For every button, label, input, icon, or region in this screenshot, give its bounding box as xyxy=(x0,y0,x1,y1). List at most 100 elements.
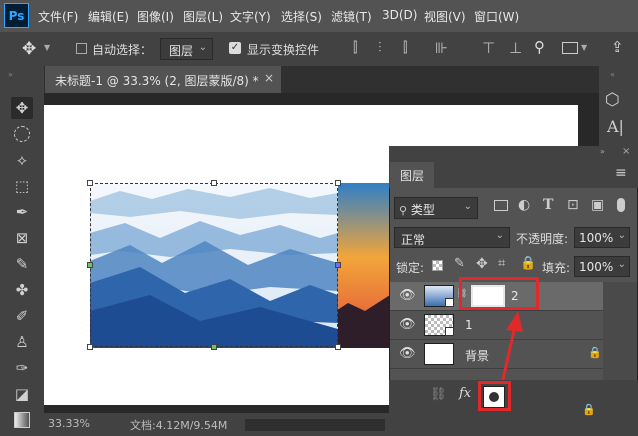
lock-pixels-icon[interactable]: ✎ xyxy=(454,256,465,271)
menu-edit[interactable]: 编辑(E) xyxy=(88,8,129,25)
3d-cube-icon[interactable]: ⬡ xyxy=(605,90,620,110)
align-middle-icon[interactable]: ⊥ xyxy=(509,39,522,57)
filter-adjustment-icon[interactable]: ◐ xyxy=(518,197,530,213)
chevron-down-icon[interactable]: ▼ xyxy=(44,43,50,52)
tab-layers[interactable]: 图层 xyxy=(390,162,434,188)
quick-select-tool-icon[interactable]: ⬚ xyxy=(11,175,33,197)
workspace-icon[interactable] xyxy=(562,42,578,54)
transform-handle[interactable] xyxy=(335,180,341,186)
document-info: 文档:4.12M/9.54M xyxy=(130,419,228,432)
highlight-box-mask xyxy=(459,277,539,310)
lock-icon: 🔒 xyxy=(588,346,602,359)
show-transform-label: 显示变换控件 xyxy=(247,43,320,57)
menu-window[interactable]: 窗口(W) xyxy=(474,8,519,25)
chevron-down-icon: ⌄ xyxy=(617,259,626,270)
menu-3d[interactable]: 3D(D) xyxy=(382,8,417,22)
opacity-input[interactable]: 100% ⌄ xyxy=(574,227,630,248)
transform-handle[interactable] xyxy=(211,180,217,186)
annotation-arrow xyxy=(500,311,523,385)
smart-object-icon xyxy=(445,327,454,336)
stamp-tool-icon[interactable]: ♙ xyxy=(11,331,33,353)
zoom-level[interactable]: 33.33% xyxy=(48,417,90,430)
gradient-tool-icon[interactable] xyxy=(11,409,33,431)
blend-mode-dropdown[interactable]: 正常 ⌄ xyxy=(394,227,510,248)
photoshop-logo[interactable]: Ps xyxy=(4,3,29,28)
link-layers-icon[interactable]: ⛓ xyxy=(430,387,447,402)
chevron-down-icon: ⌄ xyxy=(495,230,504,241)
collapse-icon[interactable]: » xyxy=(8,70,13,79)
fx-icon[interactable]: fx xyxy=(459,386,471,401)
marquee-tool-icon[interactable] xyxy=(11,123,33,145)
search-icon[interactable]: ⚲ xyxy=(534,38,545,56)
layer-list-scrollbar[interactable] xyxy=(603,282,637,382)
transform-handle[interactable] xyxy=(87,344,93,350)
selection-bounds xyxy=(90,183,338,347)
history-brush-tool-icon[interactable]: ✑ xyxy=(11,357,33,379)
filter-smart-object-icon[interactable]: ▣ xyxy=(591,197,604,213)
lock-artboard-icon[interactable]: ⌗ xyxy=(498,256,505,271)
share-icon[interactable]: ⇪ xyxy=(611,38,624,56)
move-tool-icon[interactable]: ✥ xyxy=(22,39,36,59)
align-right-icon[interactable]: ⫿ xyxy=(403,40,407,56)
frame-tool-icon[interactable]: ⊠ xyxy=(11,227,33,249)
menu-view[interactable]: 视图(V) xyxy=(424,8,466,25)
chevron-down-icon: ⌄ xyxy=(617,230,626,241)
menu-layer[interactable]: 图层(L) xyxy=(183,8,223,25)
move-tool-icon[interactable]: ✥ xyxy=(11,97,33,119)
filter-kind-value: 类型 xyxy=(410,203,435,217)
horizontal-scrollbar[interactable] xyxy=(245,419,385,431)
chevron-down-icon[interactable]: ▼ xyxy=(581,43,587,52)
crop-tool-icon[interactable]: ✒ xyxy=(11,201,33,223)
filter-pixel-icon[interactable] xyxy=(494,200,508,211)
document-tab[interactable]: 未标题-1 @ 33.3% (2, 图层蒙版/8) * × xyxy=(45,66,281,93)
eye-icon[interactable]: 👁 xyxy=(399,317,416,332)
fill-label: 填充: xyxy=(542,261,571,275)
filter-type-icon[interactable]: T xyxy=(543,197,553,213)
align-center-icon[interactable]: ⫶ xyxy=(378,40,382,56)
eye-icon[interactable]: 👁 xyxy=(399,346,416,361)
eyedropper-tool-icon[interactable]: ✎ xyxy=(11,253,33,275)
fill-value: 100% xyxy=(579,260,614,274)
auto-select-dropdown[interactable]: 图层 ⌄ xyxy=(160,38,213,60)
transform-handle[interactable] xyxy=(87,262,93,268)
show-transform-checkbox[interactable]: ✓ xyxy=(229,42,241,54)
transform-handle[interactable] xyxy=(335,344,341,350)
filter-toggle-icon[interactable] xyxy=(617,198,625,212)
transform-handle[interactable] xyxy=(87,180,93,186)
expand-icon[interactable]: « xyxy=(610,70,615,79)
opacity-value: 100% xyxy=(579,231,614,245)
lock-all-icon[interactable]: 🔒 xyxy=(520,256,536,271)
fill-input[interactable]: 100% ⌄ xyxy=(574,256,630,277)
lock-position-icon[interactable]: ✥ xyxy=(476,256,488,272)
menu-image[interactable]: 图像(I) xyxy=(137,8,174,25)
menu-select[interactable]: 选择(S) xyxy=(281,8,322,25)
tab-layers-label: 图层 xyxy=(399,168,424,183)
transform-handle[interactable] xyxy=(211,344,217,350)
menu-type[interactable]: 文字(Y) xyxy=(230,8,271,25)
filter-kind-dropdown[interactable]: ⚲ 类型 ⌄ xyxy=(394,197,478,219)
distribute-icon[interactable]: ⊪ xyxy=(435,39,448,57)
menu-file[interactable]: 文件(F) xyxy=(38,8,78,25)
align-top-icon[interactable]: ⊤ xyxy=(482,39,495,57)
search-icon: ⚲ xyxy=(399,204,408,217)
transform-handle[interactable] xyxy=(335,262,341,268)
auto-select-label: 自动选择： xyxy=(92,43,153,57)
filter-shape-icon[interactable]: ⊡ xyxy=(567,197,579,213)
healing-brush-tool-icon[interactable]: ✤ xyxy=(11,279,33,301)
panel-menu-icon[interactable]: ≡ xyxy=(615,165,627,181)
eye-icon[interactable]: 👁 xyxy=(399,288,416,303)
collapse-icon[interactable]: » xyxy=(600,147,605,156)
close-icon[interactable]: × xyxy=(264,71,274,85)
auto-select-checkbox[interactable] xyxy=(76,43,87,54)
lock-transparency-icon[interactable] xyxy=(432,260,443,271)
character-panel-icon[interactable]: A| xyxy=(607,117,624,136)
tools-panel xyxy=(0,66,44,436)
layer-thumbnail xyxy=(424,314,454,336)
chevron-down-icon: ⌄ xyxy=(463,201,472,212)
menu-filter[interactable]: 滤镜(T) xyxy=(331,8,372,25)
align-left-icon[interactable]: ⫿ xyxy=(353,40,357,56)
close-icon[interactable]: × xyxy=(622,146,630,157)
brush-tool-icon[interactable]: ✐ xyxy=(11,305,33,327)
eraser-tool-icon[interactable]: ◪ xyxy=(11,383,33,405)
lasso-tool-icon[interactable]: ⟡ xyxy=(11,149,33,171)
